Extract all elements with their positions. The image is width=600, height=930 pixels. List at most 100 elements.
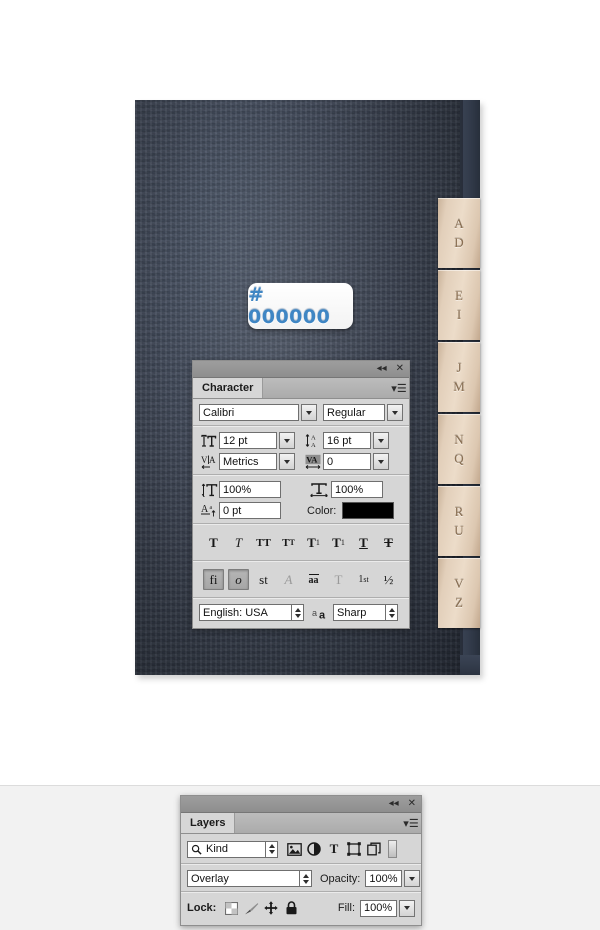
filter-enable-toggle[interactable] <box>388 840 397 858</box>
contextual-alternates-button[interactable]: o <box>228 569 249 590</box>
antialias-stepper-icon[interactable] <box>385 604 398 621</box>
underline-button[interactable]: T <box>353 532 374 553</box>
small-caps-button[interactable]: TT <box>278 532 299 553</box>
collapse-icon[interactable]: ◂◂ <box>389 799 399 809</box>
tracking-input[interactable]: 0 <box>323 453 371 470</box>
language-combo[interactable]: English: USA <box>199 604 304 621</box>
hex-color-text: # 000000 <box>248 284 331 328</box>
tab-a-d[interactable]: A D <box>438 198 480 268</box>
close-icon[interactable]: ✕ <box>396 364 404 374</box>
tab-v-z[interactable]: V Z <box>438 558 480 628</box>
filter-pixel-layers-icon[interactable] <box>284 839 304 859</box>
filter-smart-objects-icon[interactable] <box>364 839 384 859</box>
tab-n-q[interactable]: N Q <box>438 414 480 484</box>
lock-all-icon[interactable] <box>281 898 301 918</box>
tab-e-i-bottom-letter: I <box>456 307 462 322</box>
character-panel-titlebar[interactable]: ◂◂ ✕ <box>193 361 409 378</box>
vertical-scale-input[interactable]: 100% <box>219 481 281 498</box>
lock-image-pixels-icon[interactable] <box>241 898 261 918</box>
font-style-dropdown-icon[interactable] <box>387 404 403 421</box>
language-stepper-icon[interactable] <box>291 604 304 621</box>
swash-button[interactable]: A <box>278 569 299 590</box>
tab-character[interactable]: Character <box>193 378 264 398</box>
filter-kind-stepper-icon[interactable] <box>265 840 278 858</box>
layers-panel-titlebar[interactable]: ◂◂ ✕ <box>181 796 421 813</box>
strikethrough-button[interactable]: T <box>378 532 399 553</box>
font-style-combo[interactable]: Regular <box>323 404 403 421</box>
tracking-dropdown-icon[interactable] <box>373 453 389 470</box>
collapse-icon[interactable]: ◂◂ <box>377 364 387 374</box>
color-label: Color: <box>307 504 337 517</box>
font-size-dropdown-icon[interactable] <box>279 432 295 449</box>
fill-dropdown-icon[interactable] <box>399 899 415 917</box>
kerning-input[interactable]: Metrics <box>219 453 277 470</box>
language-input[interactable]: English: USA <box>199 604 291 621</box>
opacity-combo[interactable]: 100% <box>365 870 421 887</box>
character-panel-body: Calibri Regular 12 pt A A 16 pt V A Metr… <box>193 399 409 628</box>
font-family-combo[interactable]: Calibri <box>199 404 317 421</box>
filter-shape-layers-icon[interactable] <box>344 839 364 859</box>
lock-transparent-pixels-icon[interactable] <box>221 898 241 918</box>
font-style-input[interactable]: Regular <box>323 404 385 421</box>
tab-j-m-top-letter: J <box>456 360 462 375</box>
tab-layers[interactable]: Layers <box>181 813 236 833</box>
opentype-button-row: fi o st A aa T 1st ½ <box>199 567 403 593</box>
leading-combo[interactable]: 16 pt <box>323 432 389 449</box>
blend-mode-combo[interactable]: Overlay <box>187 870 312 887</box>
subscript-button[interactable]: T1 <box>328 532 349 553</box>
filter-kind-field[interactable]: Kind <box>187 840 265 858</box>
font-size-combo[interactable]: 12 pt <box>219 432 295 449</box>
stylistic-alternates-button[interactable]: aa <box>303 569 324 590</box>
panel-menu-icon[interactable]: ▾☰ <box>389 378 409 398</box>
close-icon[interactable]: ✕ <box>408 799 416 809</box>
font-family-dropdown-icon[interactable] <box>301 404 317 421</box>
faux-bold-button[interactable]: T <box>203 532 224 553</box>
tab-layers-label: Layers <box>190 817 226 829</box>
antialias-combo[interactable]: Sharp <box>333 604 398 621</box>
horizontal-scale-input[interactable]: 100% <box>331 481 383 498</box>
tab-e-i[interactable]: E I <box>438 270 480 340</box>
kerning-dropdown-icon[interactable] <box>279 453 295 470</box>
tab-n-q-bottom-letter: Q <box>454 451 464 466</box>
vertical-scale-icon <box>199 483 219 497</box>
fractions-button[interactable]: ½ <box>378 569 399 590</box>
baseline-shift-input[interactable]: 0 pt <box>219 502 281 519</box>
antialias-input[interactable]: Sharp <box>333 604 385 621</box>
fill-combo[interactable]: 100% <box>360 899 415 917</box>
filter-type-layers-icon[interactable]: T <box>324 839 344 859</box>
layers-panel: ◂◂ ✕ Layers ▾☰ Kind T Overlay Opacity: 1… <box>180 795 422 926</box>
font-family-input[interactable]: Calibri <box>199 404 299 421</box>
layers-panel-body: Kind T Overlay Opacity: 100% Lock: Fill:… <box>181 834 421 925</box>
tab-a-d-bottom-letter: D <box>454 235 464 250</box>
leading-input[interactable]: 16 pt <box>323 432 371 449</box>
svg-text:a: a <box>312 608 317 618</box>
blend-mode-field[interactable]: Overlay <box>187 870 299 887</box>
fill-input[interactable]: 100% <box>360 899 397 917</box>
layer-filter-row: Kind T <box>187 839 415 859</box>
search-icon <box>191 844 202 855</box>
superscript-button[interactable]: T1 <box>303 532 324 553</box>
filter-kind-combo[interactable]: Kind <box>187 840 278 858</box>
faux-italic-button[interactable]: T <box>228 532 249 553</box>
tab-r-u[interactable]: R U <box>438 486 480 556</box>
antialias-icon: a a <box>311 606 333 620</box>
text-color-swatch[interactable] <box>342 502 395 519</box>
opacity-input[interactable]: 100% <box>365 870 403 887</box>
ordinals-button[interactable]: 1st <box>353 569 374 590</box>
character-panel-tabrow: Character ▾☰ <box>193 378 409 399</box>
font-size-input[interactable]: 12 pt <box>219 432 277 449</box>
tab-r-u-top-letter: R <box>454 504 464 519</box>
tab-j-m[interactable]: J M <box>438 342 480 412</box>
standard-ligatures-button[interactable]: fi <box>203 569 224 590</box>
all-caps-button[interactable]: TT <box>253 532 274 553</box>
panel-menu-icon[interactable]: ▾☰ <box>401 813 421 833</box>
kerning-combo[interactable]: Metrics <box>219 453 295 470</box>
filter-adjustment-layers-icon[interactable] <box>304 839 324 859</box>
leading-dropdown-icon[interactable] <box>373 432 389 449</box>
opacity-dropdown-icon[interactable] <box>404 870 421 887</box>
tracking-combo[interactable]: 0 <box>323 453 389 470</box>
lock-position-icon[interactable] <box>261 898 281 918</box>
titling-alternates-button[interactable]: T <box>328 569 349 590</box>
blend-mode-stepper-icon[interactable] <box>299 870 312 887</box>
discretionary-ligatures-button[interactable]: st <box>253 569 274 590</box>
